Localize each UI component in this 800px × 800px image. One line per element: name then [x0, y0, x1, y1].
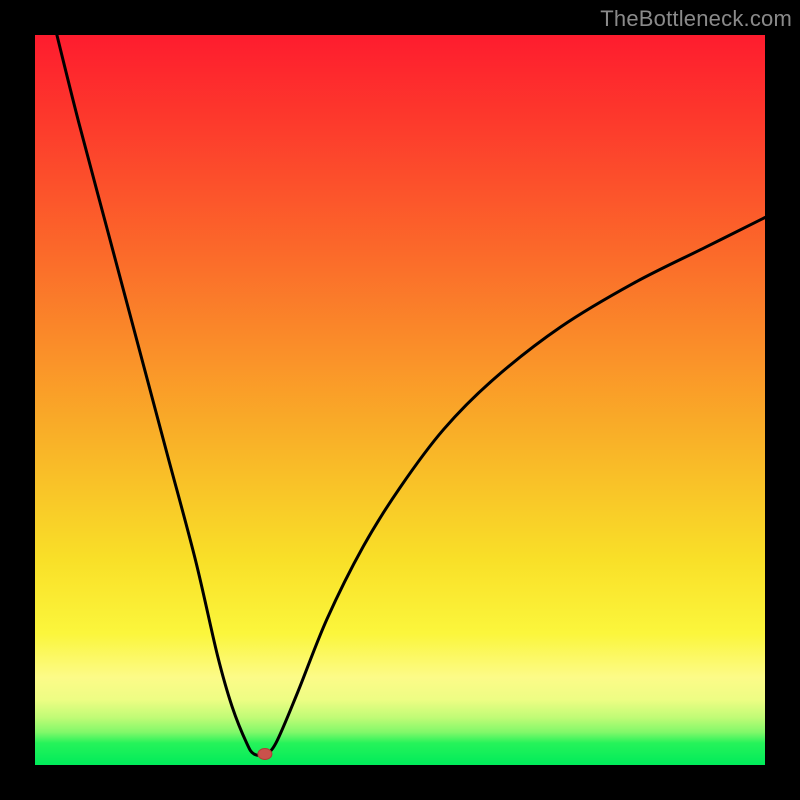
- plot-area: [35, 35, 765, 765]
- watermark-text: TheBottleneck.com: [600, 6, 792, 32]
- chart-frame: TheBottleneck.com: [0, 0, 800, 800]
- minimum-marker: [258, 749, 272, 760]
- curve-svg: [35, 35, 765, 765]
- bottleneck-curve: [57, 35, 765, 755]
